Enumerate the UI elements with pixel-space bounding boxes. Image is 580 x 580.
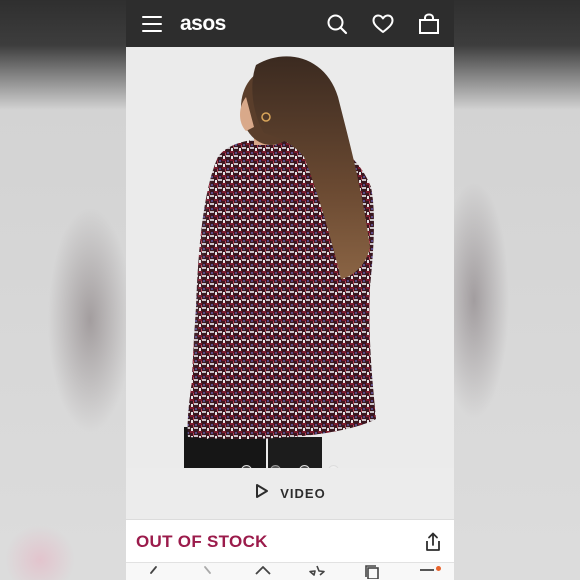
menu-icon[interactable] <box>142 15 162 32</box>
blurred-backdrop-left <box>0 0 126 580</box>
asos-logo[interactable]: asos <box>180 12 226 36</box>
carousel-dot[interactable] <box>241 465 252 468</box>
phone-screen: asos VIDEO OUT OF STOCK <box>126 0 454 580</box>
home-icon[interactable] <box>252 565 274 579</box>
video-button[interactable]: VIDEO <box>126 468 454 520</box>
play-icon <box>254 483 270 504</box>
browser-bottom-toolbar <box>126 562 454 580</box>
heart-icon[interactable] <box>370 11 396 37</box>
video-label: VIDEO <box>280 486 326 501</box>
product-image[interactable] <box>126 47 454 468</box>
bag-icon[interactable] <box>416 11 442 37</box>
stock-status: OUT OF STOCK <box>136 532 268 551</box>
star-icon[interactable] <box>306 565 328 579</box>
search-icon[interactable] <box>324 11 350 37</box>
tabs-icon[interactable] <box>361 565 383 579</box>
header-actions <box>324 11 442 37</box>
notification-badge <box>436 566 441 571</box>
menu-icon[interactable] <box>416 565 438 579</box>
carousel-dot[interactable] <box>299 465 310 468</box>
share-icon[interactable] <box>422 530 444 554</box>
blurred-backdrop-right <box>454 0 580 580</box>
carousel-dot-active[interactable] <box>270 465 281 468</box>
back-icon[interactable] <box>142 565 164 579</box>
stock-status-row: OUT OF STOCK <box>126 520 454 564</box>
product-photo <box>126 47 454 468</box>
carousel-indicators <box>126 465 454 468</box>
carousel-dot[interactable] <box>328 465 339 468</box>
top-navigation-bar: asos <box>126 0 454 47</box>
forward-icon[interactable] <box>197 565 219 579</box>
